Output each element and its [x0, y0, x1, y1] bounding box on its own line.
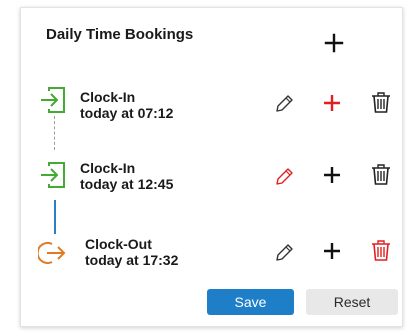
delete-icon[interactable] [370, 239, 392, 261]
reset-button[interactable]: Reset [306, 289, 398, 315]
panel-title: Daily Time Bookings [46, 26, 194, 43]
booking-time: today at 17:32 [85, 252, 179, 268]
booking-row-2: Clock-In today at 12:45 [80, 160, 173, 192]
timeline-connector [54, 116, 55, 150]
delete-icon[interactable] [370, 163, 392, 185]
booking-type: Clock-In [80, 160, 136, 176]
clock-in-icon [41, 87, 65, 113]
booking-time: today at 12:45 [80, 176, 174, 192]
booking-time: today at 07:12 [80, 105, 174, 121]
save-button[interactable]: Save [207, 289, 294, 315]
clock-in-icon [41, 162, 65, 188]
booking-type: Clock-In [80, 89, 136, 105]
booking-row-1: Clock-In today at 07:12 [80, 89, 173, 121]
edit-icon[interactable] [273, 242, 295, 264]
delete-icon[interactable] [370, 91, 392, 113]
add-icon[interactable] [321, 92, 343, 114]
time-bookings-panel [20, 7, 403, 327]
timeline-connector [54, 200, 56, 234]
booking-row-3: Clock-Out today at 17:32 [85, 236, 178, 268]
clock-out-icon [38, 242, 66, 264]
edit-icon[interactable] [273, 166, 295, 188]
booking-type: Clock-Out [85, 236, 152, 252]
add-icon[interactable] [321, 240, 343, 262]
add-icon[interactable] [321, 164, 343, 186]
edit-icon[interactable] [273, 93, 295, 115]
add-booking-icon[interactable] [324, 33, 344, 53]
